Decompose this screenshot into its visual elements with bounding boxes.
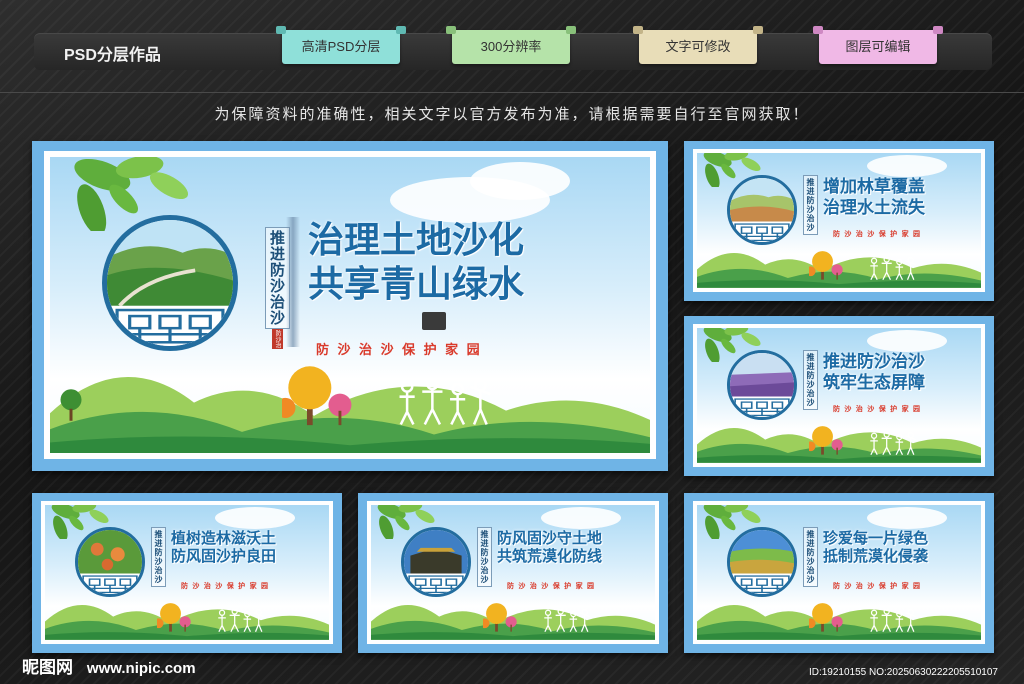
cloud (470, 162, 570, 200)
people-silhouettes (869, 609, 917, 633)
board-main[interactable]: 推进防沙治沙 防沙治 治理土地沙化 共享青山绿水 防 沙 治 沙 保 护 家 园 (32, 141, 668, 471)
great-wall-photo (404, 530, 468, 574)
lattice-window (730, 573, 794, 594)
board-inner: 推进防沙治沙 植树造林滋沃土 防风固沙护良田 防 沙 治 沙 保 护 家 园 (41, 501, 333, 644)
board-5[interactable]: 推进防沙治沙 防风固沙守土地 共筑荒漠化防线 防 沙 治 沙 保 护 家 园 (358, 493, 668, 653)
board-3[interactable]: 推进防沙治沙 推进防沙治沙 筑牢生态屏障 防 沙 治 沙 保 护 家 园 (684, 316, 994, 476)
headline-line2: 防风固沙护良田 (171, 547, 277, 566)
logo-text: 昵图网 (22, 658, 73, 678)
headline-line1: 治理土地沙化 (308, 220, 525, 261)
board-inner: 推进防沙治沙 增加林草覆盖 治理水土流失 防 沙 治 沙 保 护 家 园 (693, 149, 985, 292)
headline-line2: 筑牢生态屏障 (823, 372, 925, 393)
trees-decoration (282, 366, 352, 426)
cloud (867, 330, 947, 352)
board-2[interactable]: 推进防沙治沙 增加林草覆盖 治理水土流失 防 沙 治 沙 保 护 家 园 (684, 141, 994, 301)
landscape-photo (730, 178, 794, 222)
vertical-label: 推进防沙治沙 (803, 527, 818, 587)
headline: 治理土地沙化 共享青山绿水 (308, 219, 524, 307)
headline-line2: 抵制荒漠化侵袭 (823, 547, 929, 566)
photo-circle (727, 175, 797, 245)
lattice-window (730, 396, 794, 417)
tree-icon (60, 389, 82, 421)
headline: 植树造林滋沃土 防风固沙护良田 (171, 529, 276, 566)
cloud (867, 155, 947, 177)
headline-line1: 防风固沙守土地 (497, 529, 603, 547)
trees-decoration (809, 603, 843, 632)
people-silhouettes (869, 432, 917, 456)
vertical-label: 推进防沙治沙 (803, 175, 818, 235)
photo-circle (102, 215, 238, 351)
board-panel: 推进防沙治沙 珍爱每一片绿色 抵制荒漠化侵袭 防 沙 治 沙 保 护 家 园 (697, 505, 981, 640)
slogan: 防 沙 治 沙 保 护 家 园 (833, 582, 922, 590)
board-4[interactable]: 推进防沙治沙 植树造林滋沃土 防风固沙护良田 防 沙 治 沙 保 护 家 园 (32, 493, 342, 653)
lattice-window (730, 221, 794, 242)
people-silhouettes (869, 257, 917, 281)
headline: 推进防沙治沙 筑牢生态屏障 (823, 352, 925, 393)
cloud (215, 507, 295, 529)
headline-line1: 植树造林滋沃土 (171, 529, 277, 547)
landscape-photo (107, 220, 233, 306)
vertical-label: 推进防沙治沙 (803, 350, 818, 410)
headline: 增加林草覆盖 治理水土流失 (823, 177, 925, 218)
board-inner: 推进防沙治沙 防沙治 治理土地沙化 共享青山绿水 防 沙 治 沙 保 护 家 园 (44, 151, 656, 459)
headline: 珍爱每一片绿色 抵制荒漠化侵袭 (823, 529, 928, 566)
divider (0, 92, 1024, 93)
slogan: 防 沙 治 沙 保 护 家 园 (507, 582, 596, 590)
photo-circle (401, 527, 471, 597)
people-silhouettes (543, 609, 591, 633)
board-inner: 推进防沙治沙 防风固沙守土地 共筑荒漠化防线 防 沙 治 沙 保 护 家 园 (367, 501, 659, 644)
tag-editable-layers[interactable]: 图层可编辑 (813, 26, 943, 64)
board-panel: 推进防沙治沙 防沙治 治理土地沙化 共享青山绿水 防 沙 治 沙 保 护 家 园 (50, 157, 650, 453)
photo-circle (727, 350, 797, 420)
board-panel: 推进防沙治沙 防风固沙守土地 共筑荒漠化防线 防 沙 治 沙 保 护 家 园 (371, 505, 655, 640)
notice-text: 为保障资料的准确性，相关文字以官方发布为准，请根据需要自行至官网获取！ (214, 105, 810, 123)
lattice-window (78, 573, 142, 594)
slogan: 防 沙 治 沙 保 护 家 园 (181, 582, 270, 590)
headline-line2: 共享青山绿水 (308, 263, 525, 305)
trees-decoration (809, 251, 843, 280)
headline-line2: 治理水土流失 (823, 197, 925, 218)
tag-editable-text[interactable]: 文字可修改 (633, 26, 763, 64)
tag-resolution[interactable]: 300分辨率 (446, 26, 576, 64)
board-panel: 推进防沙治沙 推进防沙治沙 筑牢生态屏障 防 沙 治 沙 保 护 家 园 (697, 328, 981, 463)
vertical-label: 推进防沙治沙 (477, 527, 492, 587)
slogan: 防 沙 治 沙 保 护 家 园 (833, 405, 922, 413)
trees-decoration (483, 603, 517, 632)
photo-circle (75, 527, 145, 597)
people-silhouettes (217, 609, 265, 633)
watermark-logo: 昵图网 www.nipic.com (22, 653, 196, 678)
image-id: ID:19210155 NO:20250630222205510107 (808, 667, 998, 678)
trees-decoration (809, 426, 843, 455)
lavender-field-photo (730, 353, 794, 397)
headline-line2: 共筑荒漠化防线 (497, 547, 603, 566)
top-toolbar: PSD分层作品 高清PSD分层 300分辨率 文字可修改 图层可编辑 (34, 26, 992, 70)
toolbar-title: PSD分层作品 (64, 47, 161, 64)
fruit-tree-photo (78, 530, 142, 574)
cloud (541, 507, 621, 529)
board-panel: 推进防沙治沙 增加林草覆盖 治理水土流失 防 沙 治 沙 保 护 家 园 (697, 153, 981, 288)
site-url[interactable]: www.nipic.com (87, 660, 196, 677)
tag-hd-psd[interactable]: 高清PSD分层 (276, 26, 406, 64)
slogan: 防 沙 治 沙 保 护 家 园 (833, 230, 922, 238)
headline: 防风固沙守土地 共筑荒漠化防线 (497, 529, 602, 566)
board-inner: 推进防沙治沙 推进防沙治沙 筑牢生态屏障 防 沙 治 沙 保 护 家 园 (693, 324, 985, 467)
seal-stamp: 防沙治 (272, 329, 283, 349)
lattice-window (107, 305, 233, 346)
board-6[interactable]: 推进防沙治沙 珍爱每一片绿色 抵制荒漠化侵袭 防 沙 治 沙 保 护 家 园 (684, 493, 994, 653)
vertical-label: 推进防沙治沙 (151, 527, 166, 587)
grassland-photo (730, 530, 794, 574)
headline-line1: 增加林草覆盖 (823, 177, 925, 197)
headline-line1: 推进防沙治沙 (823, 352, 925, 372)
waterfall (286, 217, 300, 347)
board-panel: 推进防沙治沙 植树造林滋沃土 防风固沙护良田 防 沙 治 沙 保 护 家 园 (45, 505, 329, 640)
photo-circle (727, 527, 797, 597)
trees-decoration (157, 603, 191, 632)
headline-line1: 珍爱每一片绿色 (823, 529, 929, 547)
board-inner: 推进防沙治沙 珍爱每一片绿色 抵制荒漠化侵袭 防 沙 治 沙 保 护 家 园 (693, 501, 985, 644)
emblem-icon (422, 312, 446, 330)
slogan: 防 沙 治 沙 保 护 家 园 (316, 343, 482, 358)
cloud (867, 507, 947, 529)
lattice-window (404, 573, 468, 594)
people-silhouettes (398, 379, 492, 426)
